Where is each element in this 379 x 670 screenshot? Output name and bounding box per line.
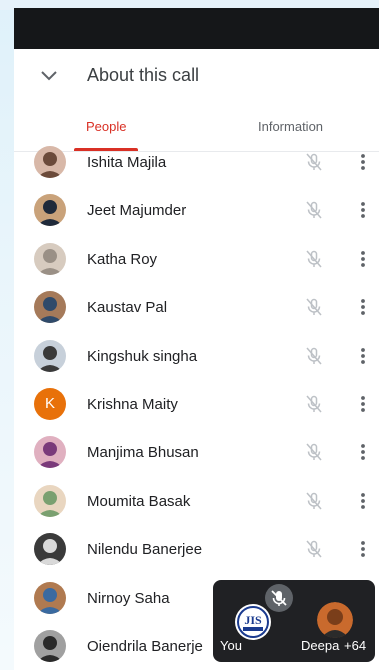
participant-avatar: [34, 484, 66, 517]
more-options-icon[interactable]: [357, 394, 369, 414]
more-options-icon[interactable]: [357, 200, 369, 220]
more-options-icon[interactable]: [357, 249, 369, 269]
mic-off-icon: [304, 346, 324, 366]
more-options-icon[interactable]: [357, 491, 369, 511]
participant-name: Moumita Basak: [87, 492, 191, 510]
participant-row[interactable]: Katha Roy: [14, 235, 379, 283]
more-participants-count: +64: [344, 638, 367, 653]
more-options-icon[interactable]: [357, 442, 369, 462]
more-options-icon[interactable]: [357, 297, 369, 317]
avatar-initial: K: [44, 394, 55, 412]
participant-row[interactable]: Jeet Majumder: [14, 186, 379, 234]
self-view-tile[interactable]: JIS You Deepa +64: [213, 580, 375, 662]
mic-off-icon: [304, 200, 324, 220]
participant-name: Katha Roy: [87, 250, 158, 268]
tab-information[interactable]: Information: [258, 119, 323, 135]
tab-people[interactable]: People: [86, 119, 126, 135]
participant-row[interactable]: Kaustav Pal: [14, 283, 379, 331]
panel-header: About this call: [14, 49, 379, 105]
panel-title: About this call: [87, 65, 200, 85]
mic-off-icon: [265, 584, 293, 612]
more-options-icon[interactable]: [357, 346, 369, 366]
participant-name: Oiendrila Banerje: [87, 637, 203, 655]
participant-avatar: [34, 194, 66, 227]
participant-avatar: [34, 436, 66, 469]
deepa-avatar: [317, 602, 353, 638]
mic-off-icon: [304, 394, 324, 414]
participant-name: Nirnoy Saha: [87, 589, 170, 607]
mic-off-icon: [304, 491, 324, 511]
participant-row[interactable]: Nilendu Banerjee: [14, 525, 379, 573]
participant-name: Jeet Majumder: [87, 202, 187, 220]
participant-avatar: [34, 533, 66, 566]
participant-row[interactable]: Manjima Bhusan: [14, 428, 379, 476]
participant-row[interactable]: Moumita Basak: [14, 477, 379, 525]
participant-avatar: K: [34, 387, 66, 420]
more-options-icon[interactable]: [357, 152, 369, 172]
mic-off-icon: [304, 442, 324, 462]
mic-off-icon: [304, 249, 324, 269]
participant-avatar: [34, 339, 66, 372]
participant-name: Manjima Bhusan: [87, 444, 199, 462]
participant-avatar: [34, 146, 66, 178]
you-label: You: [220, 638, 242, 653]
participant-name: Nilendu Banerjee: [87, 541, 203, 559]
participant-name: Ishita Majila: [87, 154, 167, 171]
participant-avatar: [34, 291, 66, 324]
participant-avatar: [34, 581, 66, 614]
participant-row[interactable]: K Krishna Maity: [14, 380, 379, 428]
participant-name: Krishna Maity: [87, 395, 178, 413]
participant-name: Kaustav Pal: [87, 299, 168, 317]
svg-text:JIS: JIS: [244, 613, 262, 627]
more-options-icon[interactable]: [357, 539, 369, 559]
participant-row[interactable]: Kingshuk singha: [14, 332, 379, 380]
participant-avatar: [34, 629, 66, 662]
participant-avatar: [34, 242, 66, 275]
about-call-panel: About this call People Information Ishit…: [14, 49, 379, 670]
mic-off-icon: [304, 297, 324, 317]
mic-off-icon: [304, 539, 324, 559]
video-top-bar: [14, 8, 379, 49]
mic-off-icon: [304, 152, 324, 172]
participant-name: Kingshuk singha: [87, 347, 198, 365]
participant-row[interactable]: Ishita Majila: [14, 138, 379, 186]
chevron-down-icon[interactable]: [38, 67, 60, 85]
